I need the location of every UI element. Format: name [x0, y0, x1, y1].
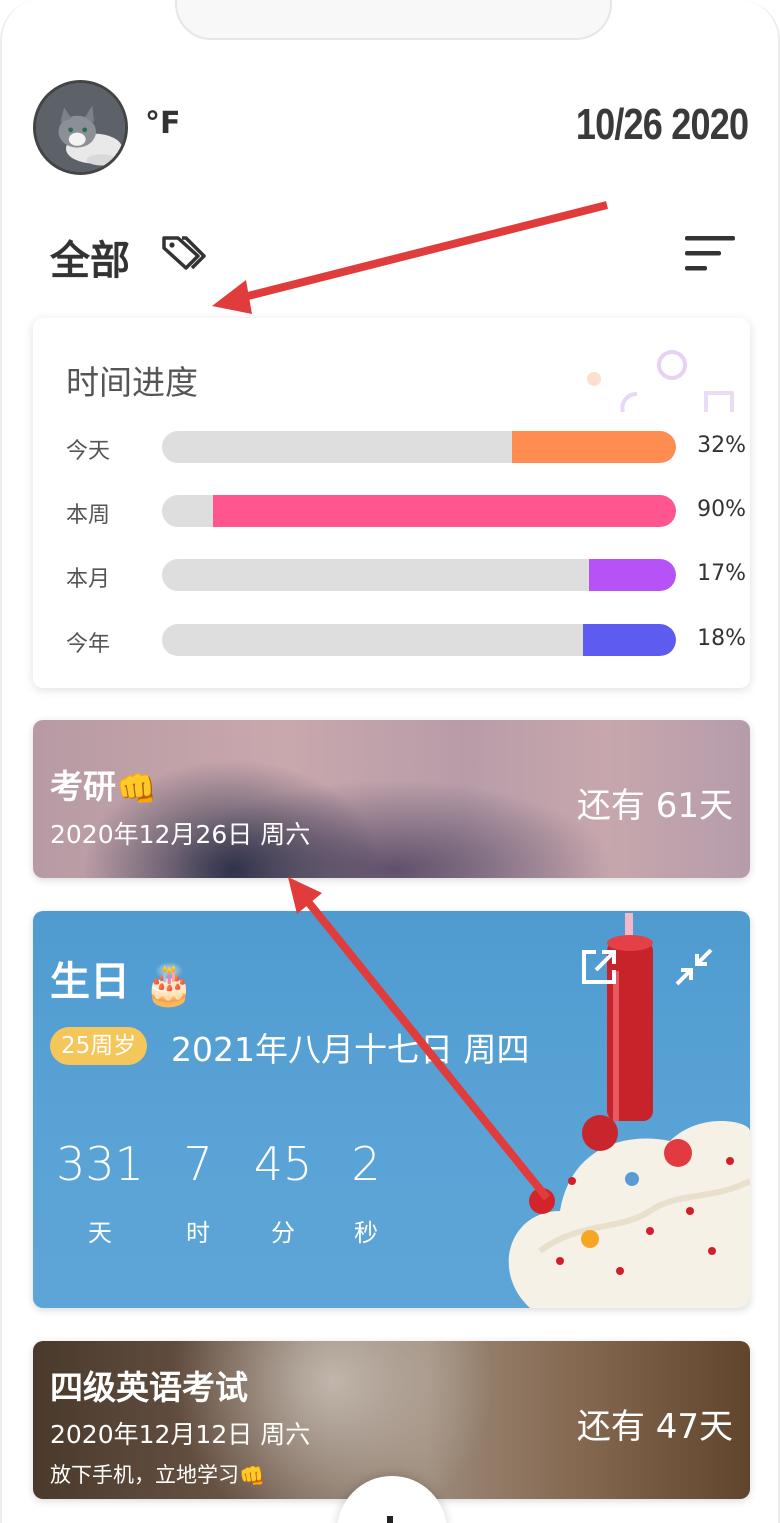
- progress-percent: 32%: [697, 433, 746, 458]
- fist-emoji: 👊: [239, 1463, 266, 1488]
- countdown-minutes-unit: 分: [271, 1219, 295, 1247]
- progress-track: [162, 559, 676, 591]
- progress-percent: 17%: [697, 561, 746, 586]
- event-note: 放下手机，立地学习👊: [50, 1459, 265, 1489]
- event-remaining: 还有 61天: [576, 786, 733, 826]
- event-date: 2020年12月12日 周六: [50, 1420, 311, 1449]
- tag-icon[interactable]: [160, 232, 206, 274]
- progress-row-month: 本月 17%: [66, 559, 746, 592]
- time-progress-card[interactable]: 时间进度 今天 32% 本周 90% 本月 17% 今年 18%: [33, 318, 750, 688]
- device-notch: [175, 0, 612, 40]
- progress-label: 本周: [66, 503, 111, 528]
- countdown-minutes-value: 45: [253, 1137, 313, 1191]
- progress-track: [162, 495, 676, 527]
- age-badge: 25周岁: [50, 1027, 148, 1065]
- progress-fill: [511, 431, 676, 463]
- event-name: 生日 🎂: [50, 949, 194, 1008]
- temperature-unit[interactable]: °F: [145, 106, 181, 141]
- countdown-hours-unit: 时: [186, 1219, 210, 1247]
- share-icon[interactable]: [578, 946, 620, 988]
- event-note-text: 放下手机，立地学习: [50, 1463, 239, 1487]
- plus-icon: [387, 1516, 393, 1523]
- progress-label: 本月: [66, 567, 111, 592]
- event-date: 2020年12月26日 周六: [50, 820, 311, 849]
- event-date: 2021年八月十七日 周四: [171, 1030, 530, 1069]
- current-date: 10/26 2020: [575, 100, 749, 149]
- birthday-cake-emoji: 🎂: [143, 961, 194, 1008]
- progress-label: 今年: [66, 632, 111, 657]
- progress-title: 时间进度: [66, 363, 198, 402]
- countdown-hours-value: 7: [183, 1137, 213, 1191]
- avatar[interactable]: [33, 80, 128, 175]
- progress-row-week: 本周 90%: [66, 495, 746, 528]
- countdown-seconds-value: 2: [351, 1137, 381, 1191]
- countdown-seconds-unit: 秒: [354, 1219, 378, 1247]
- collapse-icon[interactable]: [673, 946, 715, 988]
- progress-percent: 18%: [697, 626, 746, 651]
- progress-track: [162, 431, 676, 463]
- progress-fill: [213, 495, 676, 527]
- event-name: 考研👊: [50, 760, 157, 809]
- event-name-text: 考研: [50, 767, 116, 806]
- cat-avatar-image: [36, 83, 125, 172]
- decoration-shapes: [587, 350, 734, 412]
- progress-fill: [583, 624, 676, 656]
- progress-row-today: 今天 32%: [66, 431, 746, 464]
- sort-icon[interactable]: [685, 236, 737, 272]
- progress-row-year: 今年 18%: [66, 624, 746, 657]
- event-name: 四级英语考试: [50, 1368, 248, 1407]
- category-title[interactable]: 全部: [50, 228, 130, 286]
- progress-fill: [588, 559, 676, 591]
- progress-track: [162, 624, 676, 656]
- countdown-days-value: 331: [56, 1137, 144, 1191]
- event-name-text: 生日: [50, 959, 130, 1005]
- progress-percent: 90%: [697, 497, 746, 522]
- event-card-kaoyan[interactable]: 考研👊 2020年12月26日 周六 还有 61天: [33, 720, 750, 878]
- event-remaining: 还有 47天: [576, 1407, 733, 1447]
- event-card-birthday[interactable]: 生日 🎂 25周岁 2021年八月十七日 周四 331 天 7 时 45 分 2…: [33, 911, 750, 1308]
- fist-emoji: 👊: [116, 768, 158, 808]
- progress-label: 今天: [66, 439, 111, 464]
- countdown-days-unit: 天: [88, 1219, 112, 1247]
